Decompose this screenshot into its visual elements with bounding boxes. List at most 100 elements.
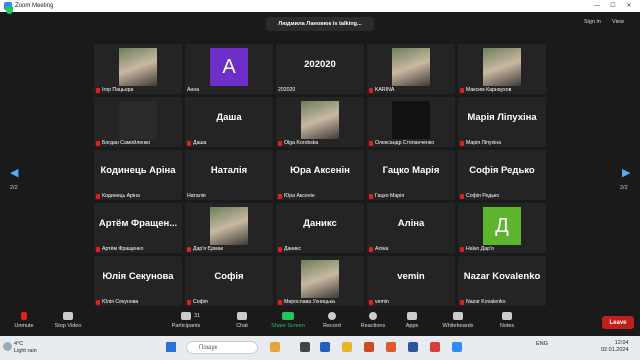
participant-tile[interactable]: Софія Редько Софія Редько	[458, 150, 546, 200]
word-icon[interactable]	[408, 342, 418, 352]
participant-name: Дар'я Єрмак	[193, 246, 223, 252]
participant-display-name: Артём Фращен...	[98, 218, 178, 229]
participant-tile[interactable]: 202020 202020	[276, 44, 364, 94]
participant-avatar	[119, 101, 157, 139]
stop-video-button[interactable]: Stop Video	[52, 312, 84, 329]
participant-name-label: Анна	[187, 87, 199, 93]
participant-display-name: Даникс	[303, 218, 337, 229]
participant-tile[interactable]: Дар'я Єрмак	[185, 203, 273, 253]
participant-name-label: Наталія	[187, 193, 206, 199]
office-icon[interactable]	[386, 342, 396, 352]
record-button[interactable]: Record	[320, 312, 344, 329]
participant-name-label: Максим Карнаухов	[460, 87, 511, 93]
windows-start-icon[interactable]	[166, 342, 176, 352]
unmute-button[interactable]: Unmute	[12, 312, 36, 329]
page-indicator-left: 2/2	[10, 185, 18, 191]
security-shield-icon[interactable]	[6, 6, 13, 14]
taskview-icon[interactable]	[300, 342, 310, 352]
whiteboards-button[interactable]: Whiteboards	[438, 312, 478, 329]
participant-tile[interactable]: Nazar Kovalenko Nazar Kovalenko	[458, 256, 546, 306]
page-indicator-right: 2/2	[620, 185, 628, 191]
participant-name: Юра Аксенін	[284, 193, 315, 199]
participant-tile[interactable]: Юра Аксенін Юра Аксенін	[276, 150, 364, 200]
zoom-taskbar-icon[interactable]	[452, 342, 462, 352]
participant-name: Ігор Пацьора	[102, 87, 134, 93]
window-title: Zoom Meeting	[15, 3, 54, 9]
apps-button[interactable]: Apps	[402, 312, 422, 329]
participant-name-label: Мирослава Ухницька	[278, 299, 335, 305]
view-button[interactable]: View	[612, 19, 624, 25]
participant-tile[interactable]: Максим Карнаухов	[458, 44, 546, 94]
reactions-button[interactable]: Reactions	[358, 312, 388, 329]
prev-page-arrow-icon[interactable]: ◀	[10, 166, 18, 179]
participant-display-name: vemin	[397, 271, 425, 282]
participant-display-name: 202020	[304, 59, 336, 70]
taskbar-app-icon[interactable]	[270, 342, 280, 352]
participant-display-name: Аліна	[397, 218, 425, 229]
participant-tile[interactable]: A Анна	[185, 44, 273, 94]
participant-name-label: Софія Редько	[460, 193, 499, 199]
chat-button[interactable]: Chat	[232, 312, 252, 329]
participant-tile[interactable]: Софія Софія	[185, 256, 273, 306]
smiley-icon	[369, 312, 377, 320]
participant-tile[interactable]: Юлія Секунова Юлія Секунова	[94, 256, 182, 306]
participant-avatar	[483, 48, 521, 86]
participant-tile[interactable]: Марія Ліпухіна Марія Ліпухіна	[458, 97, 546, 147]
weather-icon	[3, 342, 12, 351]
participant-name: Мирослава Ухницька	[284, 299, 335, 305]
record-icon	[328, 312, 336, 320]
muted-mic-icon	[369, 87, 373, 93]
maximize-button[interactable]: ☐	[606, 0, 620, 12]
taskbar-search[interactable]: Пошук	[186, 341, 258, 354]
weather-widget[interactable]: 4°C Light rain	[14, 341, 37, 355]
muted-mic-icon	[21, 312, 27, 320]
participant-name: Olga Korobska	[284, 140, 319, 146]
system-clock[interactable]: 12:04 02.01.2024	[601, 340, 629, 354]
sign-in-link[interactable]: Sign in	[584, 19, 601, 25]
share-screen-button[interactable]: Share Screen	[268, 312, 308, 329]
participant-tile[interactable]: Аліна Аліна	[367, 203, 455, 253]
apps-icon	[407, 312, 417, 320]
title-bar: Zoom Meeting — ☐ ✕	[0, 0, 640, 12]
avatar-initial: A	[210, 48, 248, 86]
participant-tile[interactable]: Кодинець Аріна Кодинець Аріна	[94, 150, 182, 200]
participant-name: Юлія Секунова	[102, 299, 139, 305]
muted-mic-icon	[369, 246, 373, 252]
participant-tile[interactable]: Д Наїко Дар'я	[458, 203, 546, 253]
clock-date: 02.01.2024	[601, 347, 629, 353]
leave-button[interactable]: Leave	[602, 316, 634, 329]
participant-display-name: Даша	[216, 112, 242, 123]
minimize-button[interactable]: —	[590, 0, 604, 12]
participant-display-name: Nazar Kovalenko	[463, 271, 541, 282]
participant-name-label: Дар'я Єрмак	[187, 246, 223, 252]
close-button[interactable]: ✕	[622, 0, 636, 12]
participant-tile[interactable]: Даникс Даникс	[276, 203, 364, 253]
participant-name-label: Олександр Степанченко	[369, 140, 434, 146]
file-explorer-icon[interactable]	[342, 342, 352, 352]
participant-tile[interactable]: Олександр Степанченко	[367, 97, 455, 147]
participants-count: 31	[194, 313, 201, 319]
participant-tile[interactable]: Даша Даша	[185, 97, 273, 147]
browser-icon[interactable]	[320, 342, 330, 352]
participant-avatar	[119, 48, 157, 86]
participant-tile[interactable]: Мирослава Ухницька	[276, 256, 364, 306]
participant-name-label: 202020	[278, 87, 295, 93]
participant-tile[interactable]: Ігор Пацьора	[94, 44, 182, 94]
participant-tile[interactable]: Гацко Марія Гацко Марія	[367, 150, 455, 200]
participant-tile[interactable]: vemin vemin	[367, 256, 455, 306]
language-indicator[interactable]: ENG	[536, 341, 548, 347]
participant-tile[interactable]: Артём Фращен... Артём Фращенко	[94, 203, 182, 253]
next-page-arrow-icon[interactable]: ▶	[622, 166, 630, 179]
chrome-icon[interactable]	[430, 342, 440, 352]
participant-tile[interactable]: Olga Korobska	[276, 97, 364, 147]
participant-name: Анна	[187, 87, 200, 93]
participant-name: Nazar Kovalenko	[466, 299, 506, 305]
muted-mic-icon	[278, 193, 282, 199]
muted-mic-icon	[460, 299, 464, 305]
participant-tile[interactable]: Наталія Наталія	[185, 150, 273, 200]
participant-tile[interactable]: KARINA	[367, 44, 455, 94]
participant-tile[interactable]: Богдан Самойленко	[94, 97, 182, 147]
notes-button[interactable]: Notes	[496, 312, 518, 329]
participant-name: Артём Фращенко	[102, 246, 144, 252]
powerpoint-icon[interactable]	[364, 342, 374, 352]
